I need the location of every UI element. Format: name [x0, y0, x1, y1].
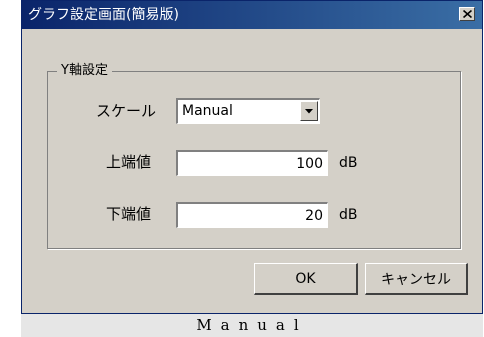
- ok-button[interactable]: OK: [254, 263, 358, 295]
- chevron-down-icon: [305, 109, 313, 114]
- upper-value-unit: dB: [339, 155, 358, 171]
- scale-select[interactable]: Manual: [176, 98, 320, 124]
- close-icon: [463, 10, 472, 18]
- window-title: グラフ設定画面(簡易版): [28, 7, 179, 23]
- lower-value-unit: dB: [339, 207, 358, 223]
- scale-label: スケール: [96, 102, 157, 120]
- scale-dropdown-button[interactable]: [300, 101, 318, 121]
- upper-value-label: 上端値: [106, 153, 152, 171]
- cancel-button[interactable]: キャンセル: [365, 263, 468, 295]
- lower-value-input[interactable]: [176, 202, 328, 228]
- group-legend: Y軸設定: [57, 63, 112, 79]
- title-bar[interactable]: グラフ設定画面(簡易版): [22, 1, 482, 29]
- close-button[interactable]: [459, 7, 475, 21]
- caption: Manual: [21, 314, 483, 337]
- upper-value-input[interactable]: [176, 150, 328, 176]
- scale-selected-value: Manual: [182, 103, 233, 119]
- lower-value-label: 下端値: [106, 205, 152, 223]
- graph-settings-dialog: グラフ設定画面(簡易版) Y軸設定 スケール Manual 上端値 dB 下端値…: [21, 0, 483, 314]
